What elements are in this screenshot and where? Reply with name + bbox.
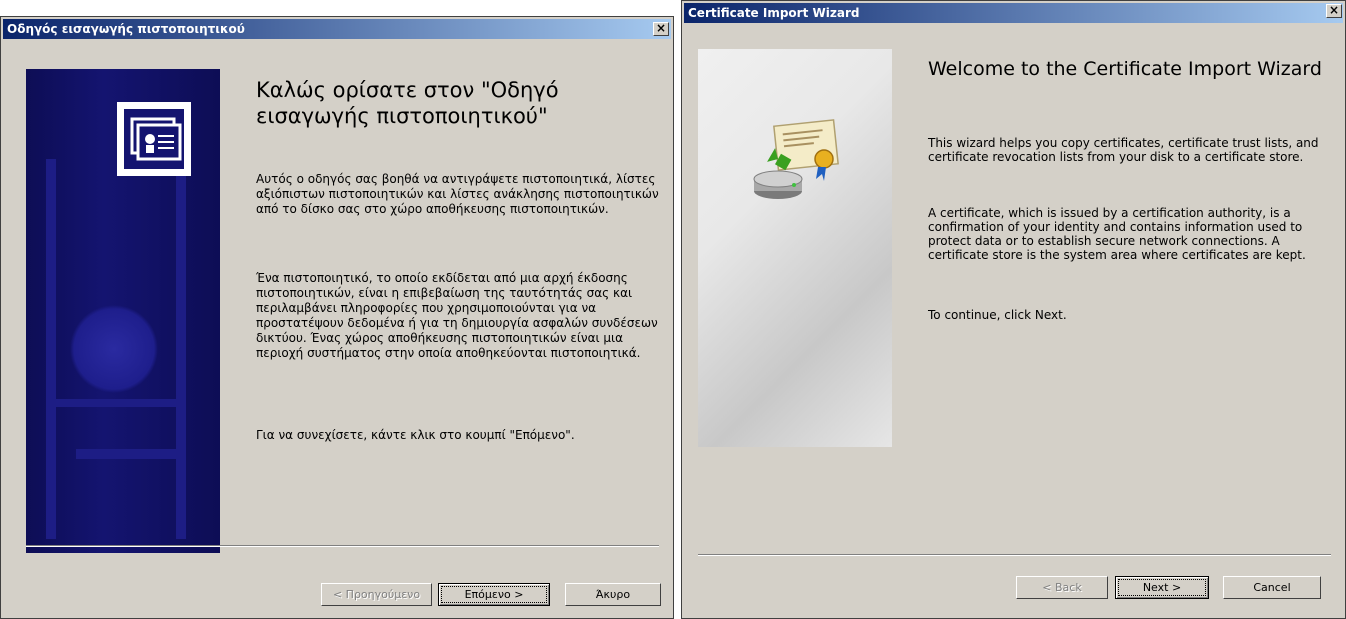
window-title: Οδηγός εισαγωγής πιστοποιητικού bbox=[7, 22, 245, 36]
back-button[interactable]: < Back bbox=[1016, 576, 1108, 599]
next-button[interactable]: Next > bbox=[1115, 576, 1209, 599]
greek-certificate-wizard-dialog: Οδηγός εισαγωγής πιστοποιητικού × Καλώς … bbox=[0, 16, 674, 619]
button-separator bbox=[698, 554, 1331, 556]
english-certificate-wizard-dialog: Certificate Import Wizard × Welcome to t… bbox=[681, 0, 1346, 619]
close-button[interactable]: × bbox=[1326, 4, 1342, 18]
certificate-description-paragraph: Ένα πιστοποιητικό, το οποίο εκδίδεται απ… bbox=[256, 271, 658, 360]
title-bar[interactable]: Certificate Import Wizard bbox=[684, 3, 1343, 23]
back-button[interactable]: < Προηγούμενο bbox=[321, 583, 432, 606]
next-button[interactable]: Επόμενο > bbox=[438, 583, 550, 606]
certificate-description-paragraph: A certificate, which is issued by a cert… bbox=[928, 206, 1306, 262]
window-title: Certificate Import Wizard bbox=[688, 6, 860, 20]
welcome-heading: Καλώς ορίσατε στον "Οδηγό εισαγωγής πιστ… bbox=[256, 78, 559, 128]
button-separator bbox=[26, 545, 659, 547]
next-button-label: Next > bbox=[1118, 579, 1206, 596]
certificate-import-icon bbox=[753, 119, 839, 199]
cancel-button[interactable]: Άκυρο bbox=[565, 583, 661, 606]
wizard-banner bbox=[26, 69, 220, 553]
next-button-label: Επόμενο > bbox=[441, 586, 547, 603]
continue-instruction: Για να συνεχίσετε, κάντε κλικ στο κουμπί… bbox=[256, 428, 575, 442]
close-button[interactable]: × bbox=[653, 22, 669, 36]
title-bar[interactable]: Οδηγός εισαγωγής πιστοποιητικού bbox=[3, 19, 671, 39]
close-icon: × bbox=[1328, 3, 1340, 17]
close-icon: × bbox=[655, 21, 667, 35]
intro-paragraph: Αυτός ο οδηγός σας βοηθά να αντιγράψετε … bbox=[256, 172, 659, 216]
cancel-button[interactable]: Cancel bbox=[1223, 576, 1321, 599]
wizard-banner bbox=[698, 49, 892, 447]
certificate-card-icon bbox=[117, 102, 191, 176]
intro-paragraph: This wizard helps you copy certificates,… bbox=[928, 136, 1319, 164]
continue-instruction: To continue, click Next. bbox=[928, 308, 1067, 322]
welcome-heading: Welcome to the Certificate Import Wizard bbox=[928, 58, 1322, 80]
